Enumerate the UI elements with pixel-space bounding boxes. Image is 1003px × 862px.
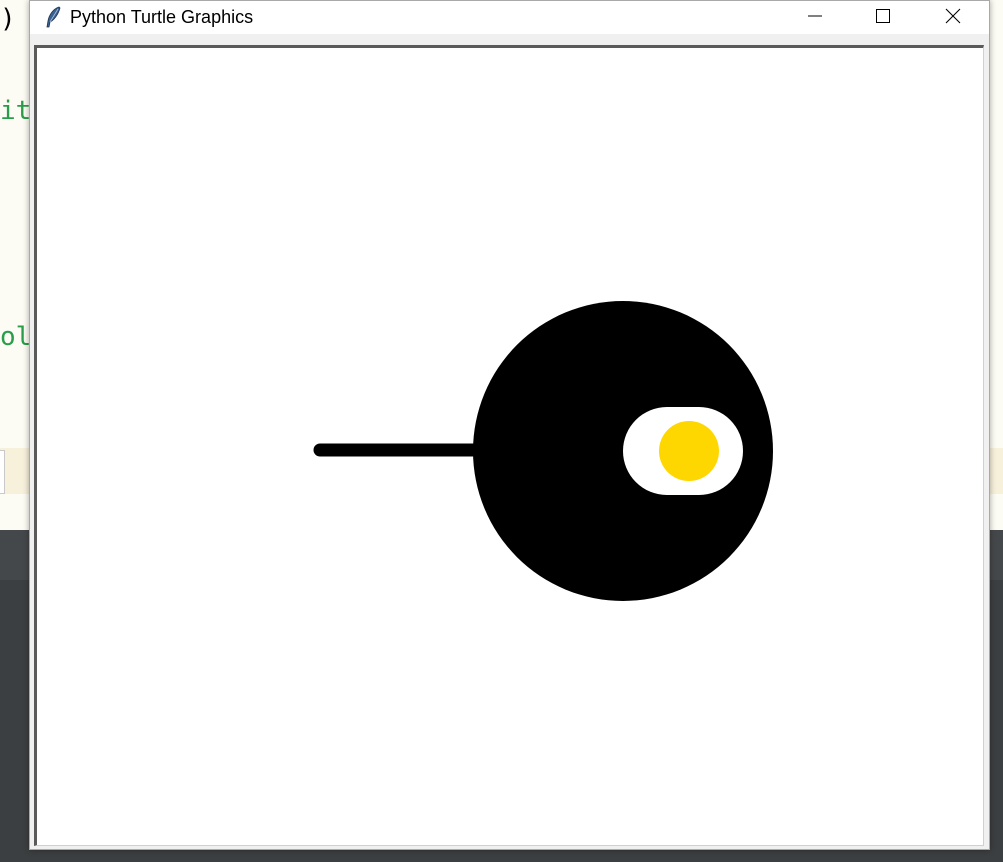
turtle-canvas-frame bbox=[34, 45, 984, 846]
editor-gutter-marker bbox=[0, 450, 5, 494]
window-title: Python Turtle Graphics bbox=[70, 7, 254, 27]
code-fragment: ) bbox=[0, 4, 16, 34]
code-fragment: ol bbox=[0, 322, 32, 352]
minimize-icon bbox=[807, 8, 823, 28]
desktop: ) it ol Python Turtle Graphics bbox=[0, 0, 1003, 862]
maximize-icon bbox=[875, 8, 891, 28]
minimize-button[interactable] bbox=[792, 1, 838, 34]
yellow-pupil bbox=[659, 421, 719, 481]
close-icon bbox=[945, 8, 961, 28]
feather-icon bbox=[44, 6, 64, 28]
turtle-graphics-window: Python Turtle Graphics bbox=[29, 0, 990, 850]
turtle-canvas[interactable] bbox=[37, 48, 983, 845]
close-button[interactable] bbox=[930, 1, 976, 34]
maximize-button[interactable] bbox=[860, 1, 906, 34]
window-titlebar[interactable]: Python Turtle Graphics bbox=[30, 1, 989, 34]
code-fragment: it bbox=[0, 96, 32, 126]
